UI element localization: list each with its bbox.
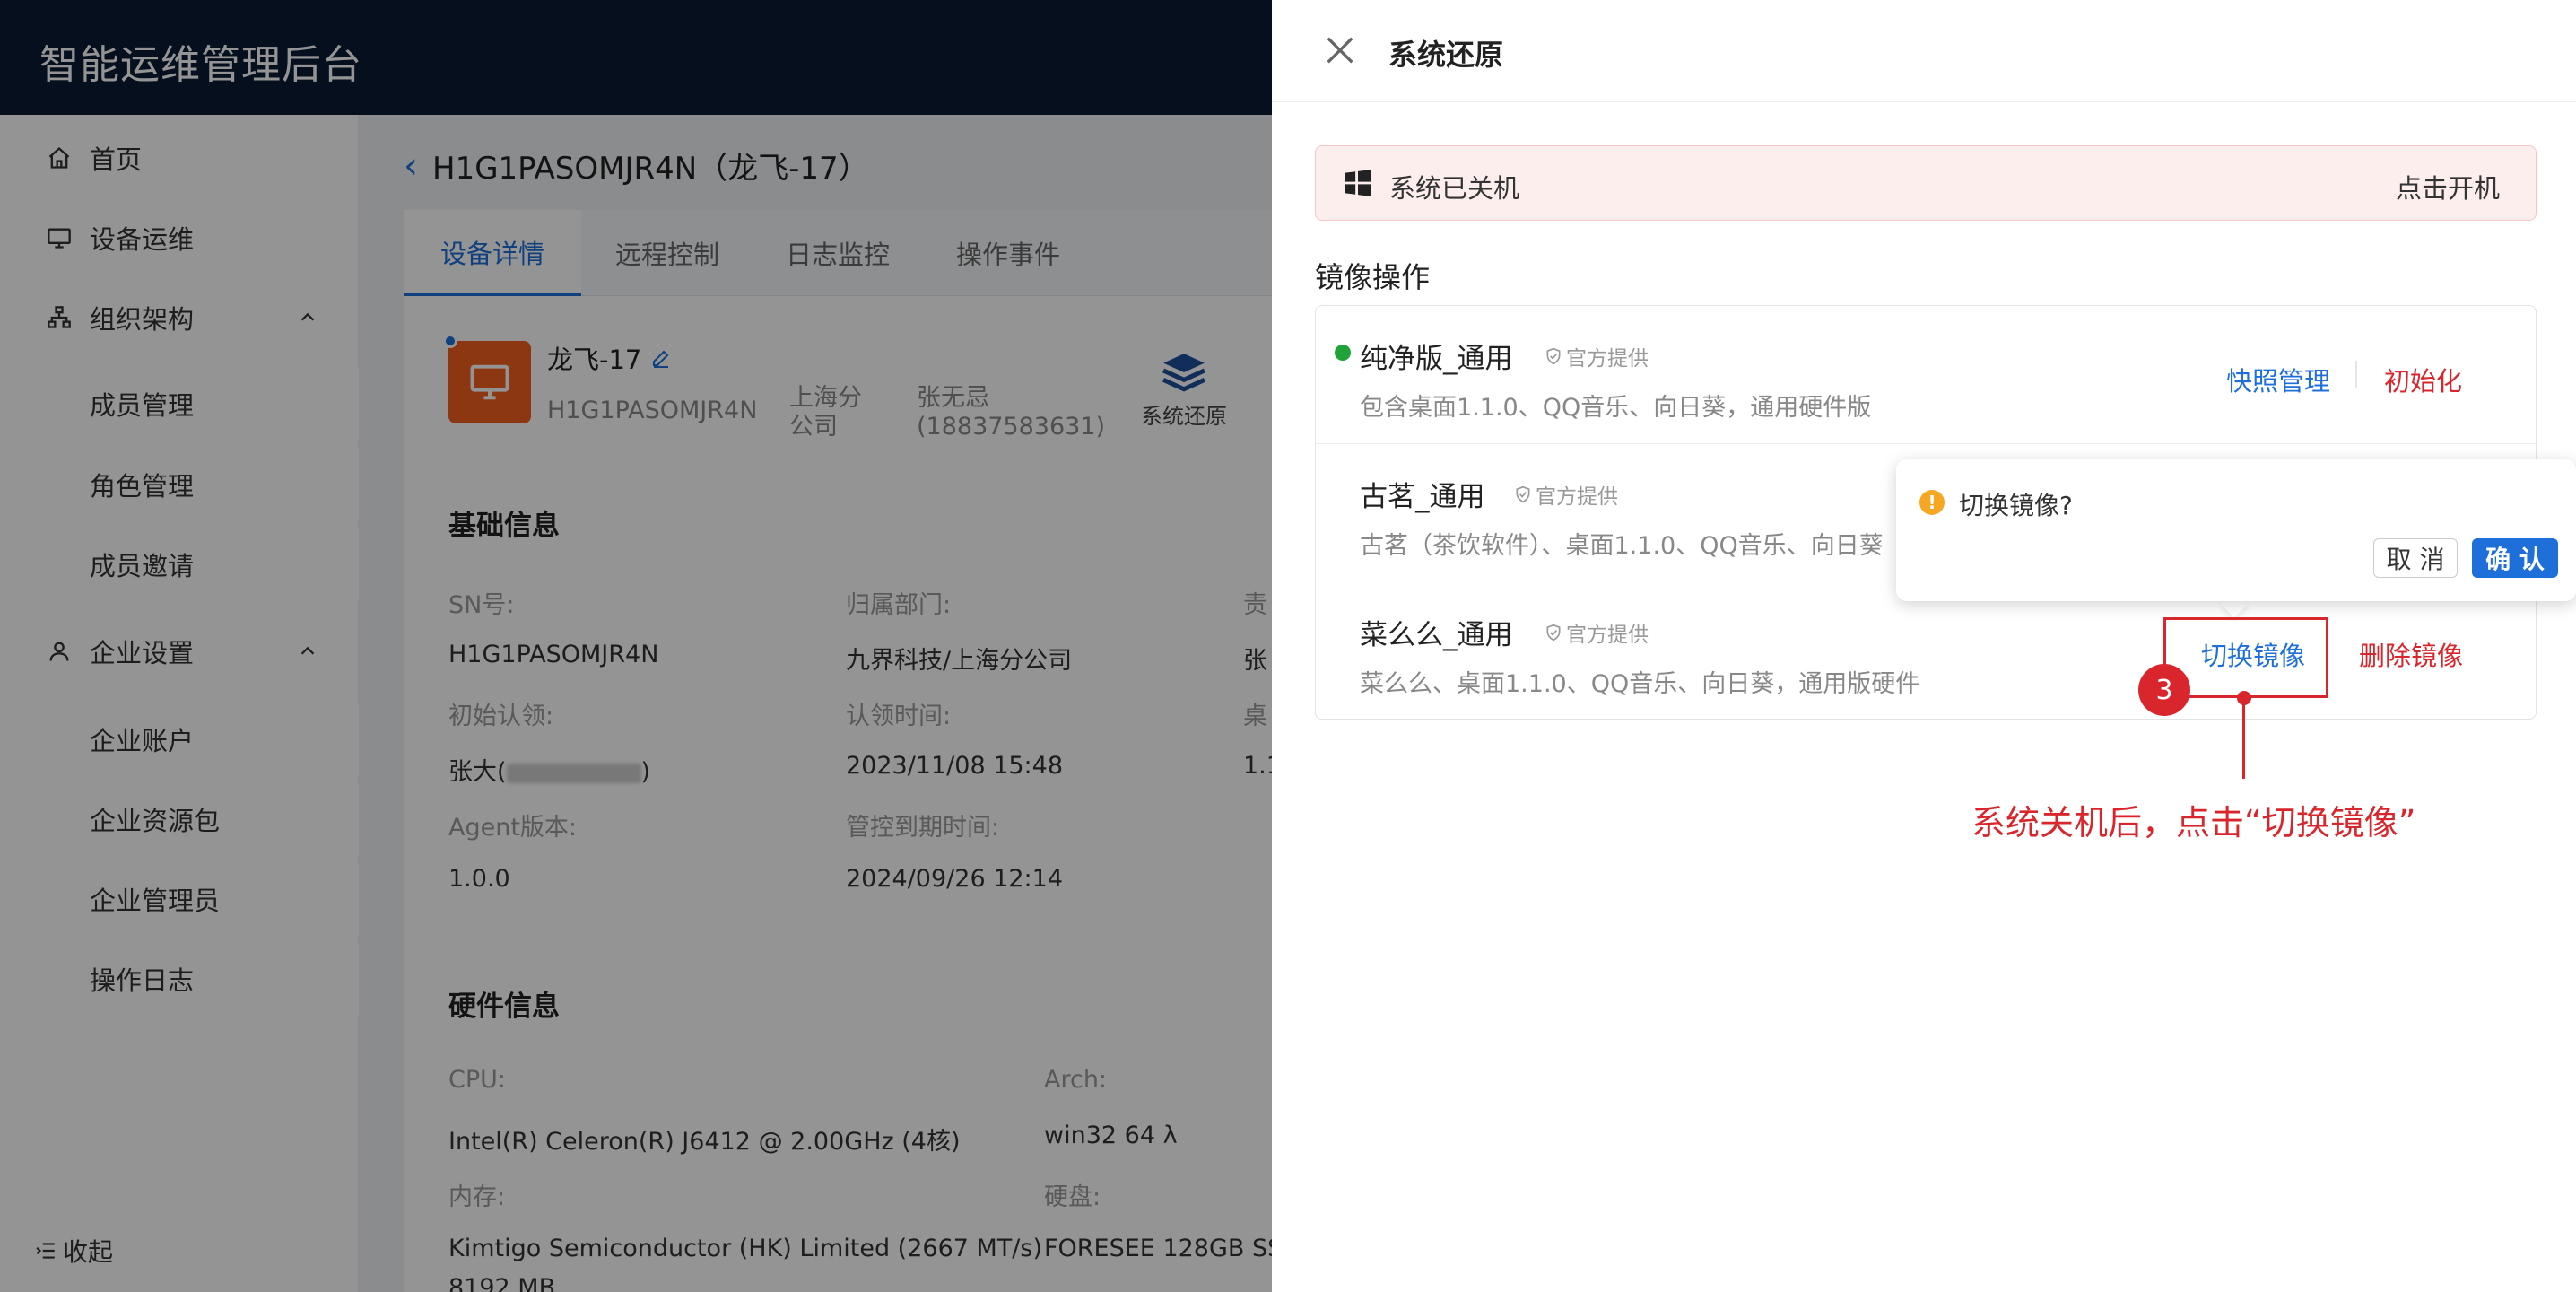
shield-check-icon xyxy=(1546,347,1561,365)
drawer-title: 系统还原 xyxy=(1388,38,1504,72)
active-status-dot xyxy=(1335,345,1351,361)
close-icon[interactable] xyxy=(1322,32,1358,68)
warning-icon: ! xyxy=(1919,490,1945,515)
annotation-text: 系统关机后，点击“切换镜像” xyxy=(1971,803,2416,842)
official-tag: 官方提供 xyxy=(1545,341,1649,371)
official-tag: 官方提供 xyxy=(1514,479,1618,510)
shield-check-icon xyxy=(1546,624,1561,642)
modal-mask[interactable] xyxy=(0,0,1272,1292)
popconfirm-text: 切换镜像? xyxy=(1959,491,2073,520)
mirror-section-title: 镜像操作 xyxy=(1315,260,1431,294)
action-divider xyxy=(2355,361,2357,388)
row-divider xyxy=(1316,443,2536,444)
alert-text: 系统已关机 xyxy=(1389,173,1520,204)
delete-mirror-link[interactable]: 删除镜像 xyxy=(2359,635,2463,673)
mirror-desc: 包含桌面1.1.0、QQ音乐、向日葵，通用硬件版 xyxy=(1360,394,1872,422)
mirror-desc: 菜么么、桌面1.1.0、QQ音乐、向日葵，通用版硬件 xyxy=(1360,670,1920,698)
windows-icon xyxy=(1345,170,1371,196)
power-on-link[interactable]: 点击开机 xyxy=(2396,168,2500,205)
official-tag: 官方提供 xyxy=(1545,617,1649,648)
cancel-button[interactable]: 取 消 xyxy=(2373,538,2458,578)
status-alert: 系统已关机 点击开机 xyxy=(1315,145,2537,221)
shield-check-icon xyxy=(1516,485,1530,503)
mirror-name: 纯净版_通用 xyxy=(1360,343,1513,375)
mirror-desc: 古茗（茶饮软件）、桌面1.1.0、QQ音乐、向日葵 xyxy=(1360,532,1884,560)
step-badge: 3 xyxy=(2138,664,2190,716)
mirror-name: 菜么么_通用 xyxy=(1360,619,1513,651)
confirm-button[interactable]: 确 认 xyxy=(2472,538,2558,578)
mirror-name: 古茗_通用 xyxy=(1360,481,1485,513)
annotation-line xyxy=(2242,698,2245,779)
snapshot-manage-link[interactable]: 快照管理 xyxy=(2226,361,2330,398)
popconfirm xyxy=(1896,459,2576,601)
initialize-link[interactable]: 初始化 xyxy=(2384,361,2462,398)
